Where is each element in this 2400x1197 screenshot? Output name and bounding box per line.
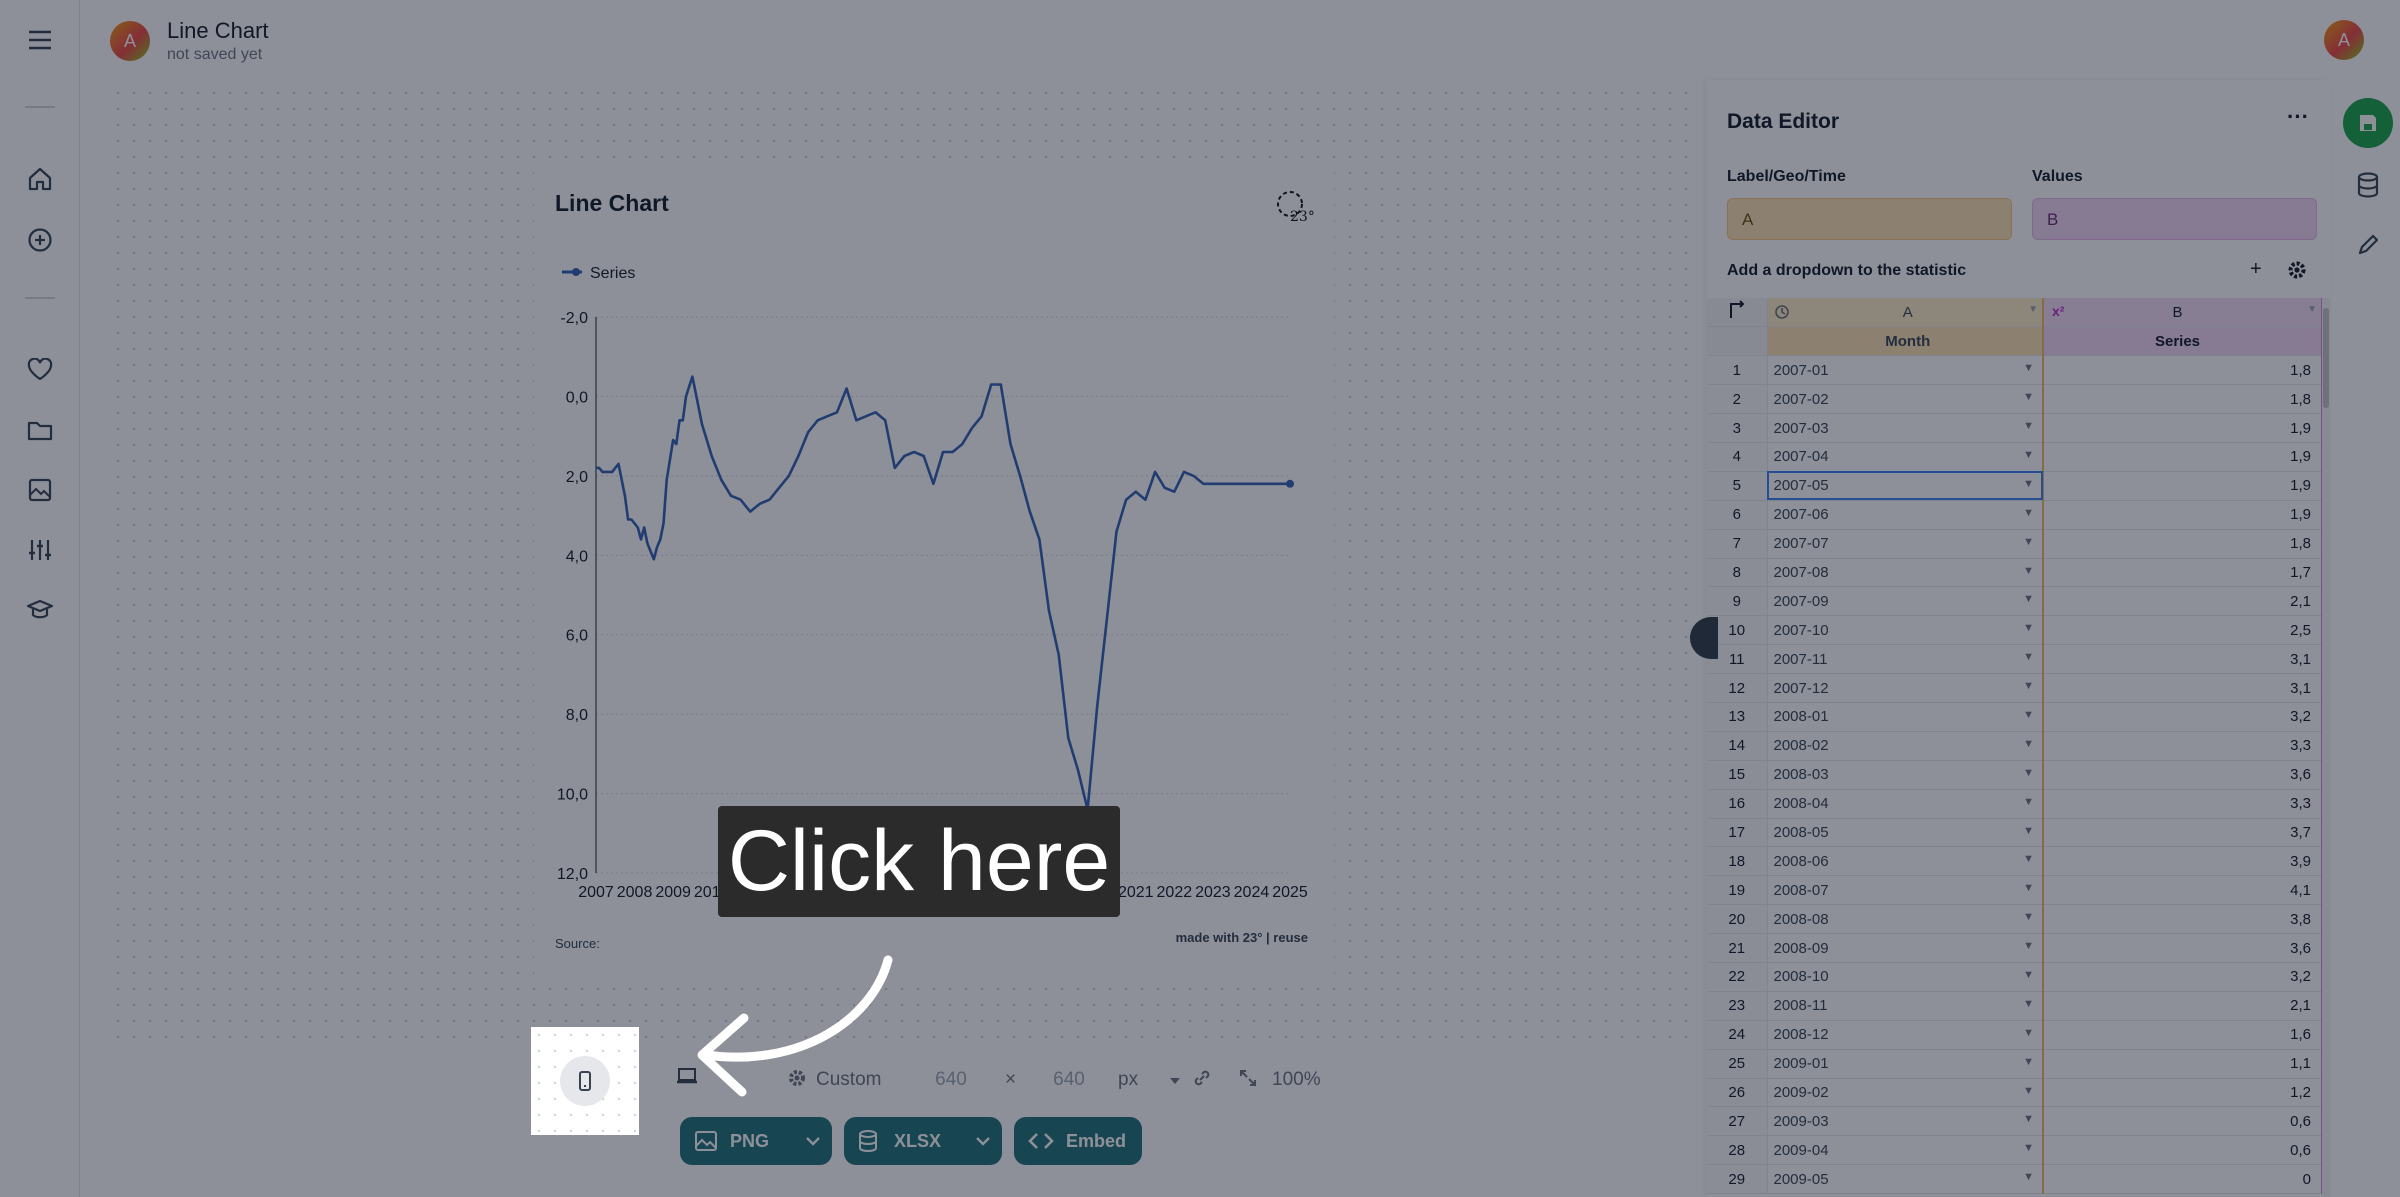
tutorial-arrow-icon [697, 955, 893, 1097]
